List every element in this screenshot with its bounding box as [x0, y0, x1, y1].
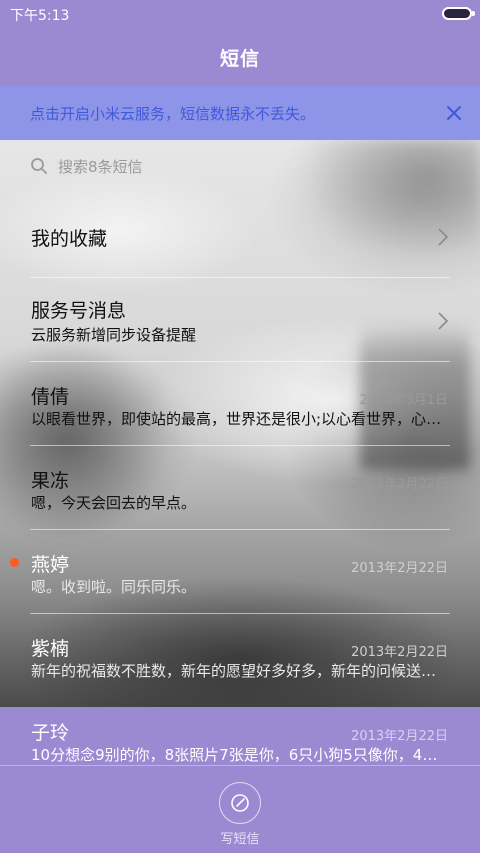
- compose-button[interactable]: [219, 782, 261, 824]
- message-date: 2013年3月1日: [359, 393, 448, 408]
- close-icon[interactable]: [438, 97, 470, 129]
- service-messages-subtitle: 云服务新增同步设备提醒: [31, 326, 197, 344]
- banner-text[interactable]: 点击开启小米云服务，短信数据永不丢失。: [30, 103, 315, 124]
- unread-indicator: [10, 558, 19, 567]
- message-date: 2013年2月22日: [351, 561, 448, 576]
- compose-icon: [231, 794, 249, 812]
- bottom-bar: 写短信: [0, 765, 480, 853]
- contact-name: 果冻: [31, 470, 70, 492]
- contact-name: 紫楠: [31, 638, 70, 660]
- contact-name: 倩倩: [31, 386, 70, 408]
- service-messages-title: 服务号消息: [31, 300, 127, 322]
- chevron-right-icon: [438, 312, 448, 330]
- message-preview: 新年的祝福数不胜数，新年的愿望好多好多，新年的问候送给你。: [31, 662, 451, 680]
- message-preview: 10分想念9别的你，8张照片7张是你，6只小狗5只像你，4面八方3心2意。: [31, 746, 451, 764]
- message-date: 2013年2月22日: [351, 477, 448, 492]
- message-date: 2013年2月22日: [351, 729, 448, 744]
- status-bar: 下午5:13: [0, 0, 480, 28]
- search-placeholder: 搜索8条短信: [58, 157, 143, 176]
- cloud-service-banner[interactable]: 点击开启小米云服务，短信数据永不丢失。: [0, 86, 480, 140]
- favorites-title: 我的收藏: [31, 228, 108, 250]
- search-icon: [31, 158, 47, 174]
- contact-name: 燕婷: [31, 554, 70, 576]
- conversation-row[interactable]: 燕婷 2013年2月22日 嗯。收到啦。同乐同乐。: [0, 530, 480, 614]
- favorites-row[interactable]: 我的收藏: [0, 194, 480, 278]
- conversation-row[interactable]: 紫楠 2013年2月22日 新年的祝福数不胜数，新年的愿望好多好多，新年的问候送…: [0, 614, 480, 698]
- compose-label[interactable]: 写短信: [0, 828, 480, 847]
- message-preview: 以眼看世界，即使站的最高，世界还是很小;以心看世界，心有多宽世界就有多宽。: [31, 410, 451, 428]
- message-date: 2013年2月22日: [351, 645, 448, 660]
- page-title: 短信: [219, 48, 260, 70]
- status-time: 下午5:13: [10, 8, 70, 24]
- chevron-right-icon: [438, 228, 448, 246]
- search-input[interactable]: 搜索8条短信: [30, 150, 450, 182]
- conversation-row[interactable]: 果冻 2013年2月22日 嗯，今天会回去的早点。: [0, 446, 480, 530]
- title-bar: 短信: [0, 28, 480, 86]
- contact-name: 子玲: [31, 722, 70, 744]
- message-preview: 嗯。收到啦。同乐同乐。: [31, 578, 197, 596]
- message-preview: 嗯，今天会回去的早点。: [31, 494, 197, 512]
- conversation-row[interactable]: 倩倩 2013年3月1日 以眼看世界，即使站的最高，世界还是很小;以心看世界，心…: [0, 362, 480, 446]
- service-messages-row[interactable]: 服务号消息 云服务新增同步设备提醒: [0, 278, 480, 362]
- battery-icon: [442, 7, 475, 20]
